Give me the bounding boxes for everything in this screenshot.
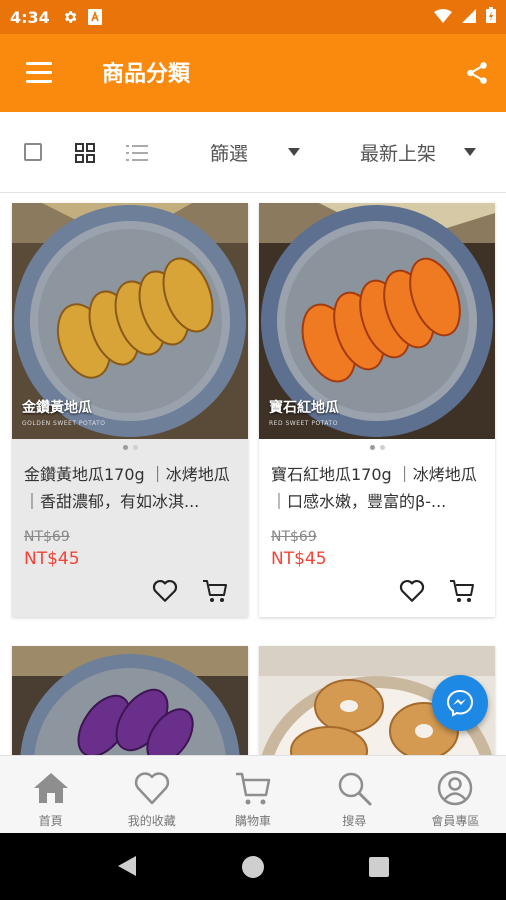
image-subcaption: GOLDEN SWEET POTATO [22, 420, 106, 427]
bottom-navigation: 首頁 我的收藏 購物車 搜尋 會員專區 [0, 755, 506, 834]
nav-member[interactable]: 會員專區 [405, 756, 506, 834]
sale-price: NT$45 [271, 549, 327, 569]
image-pager-dots [12, 439, 248, 455]
hamburger-menu-icon[interactable] [26, 62, 52, 84]
original-price: NT$69 [271, 529, 317, 545]
product-name[interactable]: 金鑽黃地瓜170g ｜冰烤地瓜｜香甜濃郁，有如冰淇... [24, 461, 236, 515]
product-grid: 金鑽黃地瓜 GOLDEN SWEET POTATO 金鑽黃地瓜170g ｜冰烤地… [0, 193, 506, 755]
product-image[interactable]: 寶石紅地瓜 RED SWEET POTATO [259, 203, 495, 439]
nav-label: 搜尋 [342, 814, 367, 828]
list-view-icon[interactable] [126, 143, 148, 163]
home-circle-icon[interactable] [242, 856, 264, 878]
messenger-chat-button[interactable] [432, 675, 488, 731]
product-card[interactable] [12, 646, 248, 755]
sort-dropdown[interactable]: 最新上架 [360, 138, 480, 166]
product-image[interactable]: 金鑽黃地瓜 GOLDEN SWEET POTATO [12, 203, 248, 439]
chevron-down-icon [464, 148, 476, 156]
nav-home[interactable]: 首頁 [0, 756, 101, 834]
grid-view-icon[interactable] [75, 143, 95, 163]
nav-favorites[interactable]: 我的收藏 [101, 756, 202, 834]
settings-gear-icon [62, 9, 78, 25]
original-price: NT$69 [24, 529, 70, 545]
wifi-icon [434, 8, 452, 27]
filter-toolbar: 篩選 最新上架 [0, 112, 506, 193]
image-pager-dots [259, 439, 495, 455]
share-icon[interactable] [464, 60, 490, 86]
add-to-cart-icon[interactable] [449, 579, 475, 603]
nav-cart[interactable]: 購物車 [202, 756, 303, 834]
cart-icon [236, 772, 271, 805]
messenger-icon [446, 689, 474, 717]
nav-label: 購物車 [235, 814, 272, 828]
product-name[interactable]: 寶石紅地瓜170g ｜冰烤地瓜｜口感水嫩，豐富的β-... [271, 461, 483, 515]
favorite-heart-icon[interactable] [399, 579, 425, 603]
chevron-down-icon [288, 148, 300, 156]
app-bar: 商品分類 [0, 34, 506, 112]
recent-apps-icon[interactable] [369, 857, 389, 877]
status-time: 4:34 [10, 7, 50, 27]
add-to-cart-icon[interactable] [202, 579, 228, 603]
page-title: 商品分類 [102, 62, 191, 87]
home-icon [33, 773, 68, 803]
system-navigation-bar [0, 833, 506, 900]
sort-label: 最新上架 [360, 142, 437, 165]
status-bar: 4:34 [0, 0, 506, 34]
nav-label: 首頁 [38, 814, 63, 828]
signal-icon [462, 8, 476, 27]
image-subcaption: RED SWEET POTATO [269, 420, 338, 427]
favorite-heart-icon[interactable] [152, 579, 178, 603]
user-icon [438, 770, 473, 806]
heart-icon [134, 772, 169, 805]
back-triangle-icon[interactable] [116, 854, 138, 882]
product-card[interactable]: 金鑽黃地瓜 GOLDEN SWEET POTATO 金鑽黃地瓜170g ｜冰烤地… [12, 203, 248, 617]
filter-dropdown[interactable]: 篩選 [210, 138, 314, 166]
image-caption: 金鑽黃地瓜 [22, 400, 92, 416]
nav-label: 會員專區 [431, 814, 480, 828]
image-caption: 寶石紅地瓜 [269, 400, 339, 416]
nav-label: 我的收藏 [127, 814, 176, 828]
filter-label: 篩選 [210, 142, 249, 165]
app-notification-icon [87, 9, 102, 25]
product-card[interactable]: 寶石紅地瓜 RED SWEET POTATO 寶石紅地瓜170g ｜冰烤地瓜｜口… [259, 203, 495, 617]
select-all-checkbox[interactable] [24, 143, 42, 161]
search-icon [338, 772, 372, 806]
product-image[interactable] [12, 646, 248, 755]
nav-search[interactable]: 搜尋 [304, 756, 405, 834]
battery-icon [486, 7, 496, 27]
sale-price: NT$45 [24, 549, 80, 569]
